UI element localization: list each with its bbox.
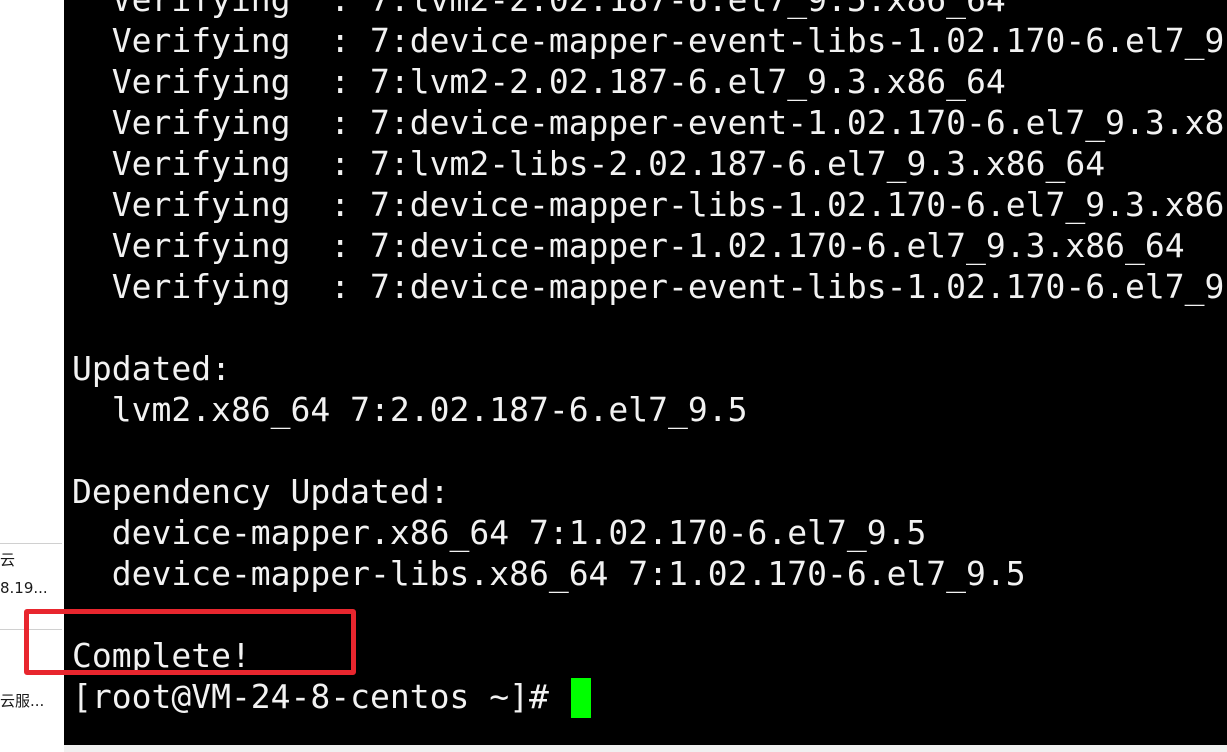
window-bottom-edge: [64, 745, 1227, 752]
updated-heading: Updated:: [72, 349, 231, 388]
terminal-line: Verifying : 7:lvm2-2.02.187-6.el7_9.5.x8…: [72, 0, 1006, 20]
shell-prompt[interactable]: [root@VM-24-8-centos ~]#: [72, 676, 569, 717]
dependency-package: device-mapper-libs.x86_64 7:1.02.170-6.e…: [72, 554, 1026, 593]
terminal-cursor: [571, 678, 591, 718]
terminal-line: Verifying : 7:lvm2-2.02.187-6.el7_9.3.x8…: [72, 62, 1006, 101]
dependency-package: device-mapper.x86_64 7:1.02.170-6.el7_9.…: [72, 513, 927, 552]
terminal-line: Verifying : 7:device-mapper-1.02.170-6.e…: [72, 226, 1185, 265]
session-item-cloud-server[interactable]: 云服...: [0, 688, 64, 714]
terminal-line: Verifying : 7:device-mapper-event-1.02.1…: [72, 103, 1225, 142]
terminal-line: Verifying : 7:device-mapper-event-libs-1…: [72, 267, 1225, 306]
updated-package: lvm2.x86_64 7:2.02.187-6.el7_9.5: [72, 390, 748, 429]
terminal-line: Verifying : 7:lvm2-libs-2.02.187-6.el7_9…: [72, 144, 1106, 183]
session-item-cloud[interactable]: 云: [0, 547, 64, 573]
sidebar-divider: [0, 543, 62, 544]
terminal-line: Verifying : 7:device-mapper-libs-1.02.17…: [72, 185, 1225, 224]
dependency-updated-heading: Dependency Updated:: [72, 472, 450, 511]
session-item-host[interactable]: 8.19...: [0, 575, 64, 601]
terminal-line: Verifying : 7:device-mapper-event-libs-1…: [72, 21, 1225, 60]
highlight-annotation-box: [24, 609, 356, 675]
